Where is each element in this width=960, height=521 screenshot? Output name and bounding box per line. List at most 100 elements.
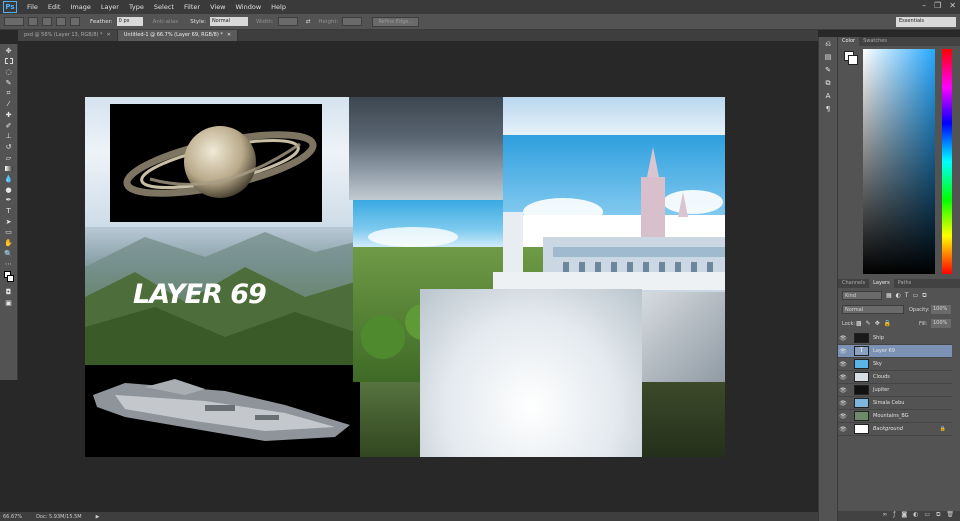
new-group-icon[interactable]: ▭ — [924, 511, 930, 521]
brush-preset-icon[interactable]: ✎ — [823, 66, 833, 74]
eraser-tool-icon[interactable]: ▱ — [4, 154, 14, 162]
link-layers-icon[interactable]: ∞ — [882, 511, 887, 521]
tab-untitled-1[interactable]: Untitled-1 @ 66.7% (Layer 69, RGB/8) * ✕ — [117, 30, 239, 41]
visibility-eye-icon[interactable]: 👁 — [838, 400, 848, 407]
lock-transparent-icon[interactable]: ▩ — [856, 320, 862, 327]
restore-button[interactable]: ❐ — [934, 1, 941, 10]
feather-input[interactable]: 0 px — [116, 17, 143, 26]
more-tools-icon[interactable]: ⋯ — [4, 260, 14, 268]
brush-tool-icon[interactable]: ✐ — [4, 122, 14, 130]
hand-tool-icon[interactable]: ✋ — [4, 239, 14, 247]
menu-window[interactable]: Window — [231, 3, 267, 11]
visibility-eye-icon[interactable]: 👁 — [838, 413, 848, 420]
close-icon[interactable]: ✕ — [107, 32, 111, 38]
layer-row-clouds[interactable]: 👁 Clouds — [838, 371, 952, 384]
intersect-selection-icon[interactable] — [70, 17, 80, 26]
delete-layer-icon[interactable]: 🗑 — [946, 511, 954, 521]
opacity-input[interactable]: 100% — [931, 305, 951, 314]
background-color-swatch[interactable] — [848, 55, 858, 65]
menu-image[interactable]: Image — [65, 3, 95, 11]
menu-type[interactable]: Type — [124, 3, 149, 11]
menu-edit[interactable]: Edit — [43, 3, 66, 11]
height-input[interactable] — [342, 17, 363, 26]
lock-image-icon[interactable]: ✎ — [866, 320, 871, 327]
antialias-checkbox[interactable]: Anti-alias — [153, 19, 179, 25]
menu-view[interactable]: View — [205, 3, 230, 11]
layer-row-jupiter[interactable]: 👁 Jupiter — [838, 384, 952, 397]
tab-paths[interactable]: Paths — [894, 279, 916, 288]
tool-preset-picker[interactable] — [4, 17, 24, 26]
screen-mode-icon[interactable]: ▣ — [4, 299, 14, 307]
zoom-level[interactable]: 66.67% — [3, 514, 22, 520]
layer-row-background[interactable]: 👁 Background 🔒 — [838, 423, 952, 436]
style-select[interactable]: Normal — [209, 17, 248, 26]
history-icon[interactable]: ⎌ — [823, 40, 833, 48]
refine-edge-button[interactable]: Refine Edge... — [372, 16, 420, 27]
zoom-tool-icon[interactable]: 🔍 — [4, 250, 14, 258]
visibility-eye-icon[interactable]: 👁 — [838, 387, 848, 394]
pen-tool-icon[interactable]: ✒ — [4, 196, 14, 204]
layer-name[interactable]: Layer 69 — [873, 348, 895, 354]
swatch-icon[interactable]: ▤ — [823, 53, 833, 61]
smart-filter-icon[interactable]: ⧉ — [922, 292, 926, 300]
fill-input[interactable]: 100% — [931, 319, 951, 328]
document-canvas[interactable]: LAYER 69 — [85, 97, 725, 457]
color-field[interactable] — [863, 49, 935, 274]
tab-channels[interactable]: Channels — [838, 279, 869, 288]
swap-icon[interactable]: ⇄ — [306, 19, 311, 25]
layer-name[interactable]: Mountains_BG — [873, 413, 909, 419]
shape-tool-icon[interactable]: ▭ — [4, 228, 14, 236]
subtract-selection-icon[interactable] — [56, 17, 66, 26]
gradient-tool-icon[interactable] — [4, 164, 14, 172]
hue-slider[interactable] — [942, 49, 952, 274]
layer-row-mountains-bg[interactable]: 👁 Mountains_BG — [838, 410, 952, 423]
color-swatches-icon[interactable] — [3, 271, 14, 285]
eyedropper-tool-icon[interactable]: ⁄ — [4, 100, 14, 108]
visibility-eye-icon[interactable]: 👁 — [838, 426, 848, 433]
layer-name[interactable]: Jupiter — [873, 387, 889, 393]
new-layer-icon[interactable]: ⧉ — [936, 511, 940, 521]
layer-name[interactable]: Sky — [873, 361, 882, 367]
layer-name[interactable]: Background — [873, 426, 903, 432]
add-selection-icon[interactable] — [42, 17, 52, 26]
paragraph-icon[interactable]: ¶ — [823, 105, 833, 113]
pixel-filter-icon[interactable]: ▦ — [886, 292, 892, 300]
lasso-tool-icon[interactable]: ◌ — [4, 68, 14, 76]
marquee-tool-icon[interactable] — [4, 57, 14, 65]
menu-filter[interactable]: Filter — [179, 3, 205, 11]
layer-row-ship[interactable]: 👁 Ship — [838, 332, 952, 345]
close-button[interactable]: ✕ — [949, 1, 956, 10]
new-selection-icon[interactable] — [28, 17, 38, 26]
lock-position-icon[interactable]: ✥ — [875, 320, 880, 327]
minimize-button[interactable]: – — [922, 1, 926, 10]
clone-source-icon[interactable]: ⧉ — [823, 79, 833, 87]
close-icon[interactable]: ✕ — [227, 32, 231, 38]
menu-help[interactable]: Help — [266, 3, 291, 11]
character-icon[interactable]: A — [823, 92, 833, 100]
layer-row-layer-69[interactable]: 👁 T Layer 69 — [838, 345, 952, 358]
type-tool-icon[interactable]: T — [4, 207, 14, 215]
move-tool-icon[interactable]: ✥ — [4, 47, 14, 55]
visibility-eye-icon[interactable]: 👁 — [838, 361, 848, 368]
layer-row-sky[interactable]: 👁 Sky — [838, 358, 952, 371]
layer-row-simala-cebu[interactable]: 👁 Simala Cebu — [838, 397, 952, 410]
adjustment-filter-icon[interactable]: ◐ — [896, 292, 901, 300]
tab-color[interactable]: Color — [838, 37, 860, 46]
tab-psd[interactable]: psd @ 56% (Layer 13, RGB/8) * ✕ — [18, 30, 118, 41]
menu-file[interactable]: File — [22, 3, 43, 11]
quick-mask-icon[interactable]: ◘ — [4, 288, 14, 296]
menu-layer[interactable]: Layer — [96, 3, 124, 11]
visibility-eye-icon[interactable]: 👁 — [838, 374, 848, 381]
dodge-tool-icon[interactable]: ● — [4, 186, 14, 194]
quick-selection-tool-icon[interactable]: ✎ — [4, 79, 14, 87]
clone-stamp-tool-icon[interactable]: ⊥ — [4, 132, 14, 140]
layer-name[interactable]: Ship — [873, 335, 884, 341]
tab-layers[interactable]: Layers — [869, 279, 894, 288]
lock-all-icon[interactable]: 🔒 — [884, 320, 891, 327]
shape-filter-icon[interactable]: ▭ — [913, 292, 919, 300]
tab-swatches[interactable]: Swatches — [859, 37, 891, 46]
workspace-select[interactable]: Essentials — [896, 17, 956, 27]
blend-mode-select[interactable]: Normal — [842, 305, 904, 314]
adjustment-layer-icon[interactable]: ◐ — [913, 511, 918, 521]
menu-select[interactable]: Select — [149, 3, 179, 11]
